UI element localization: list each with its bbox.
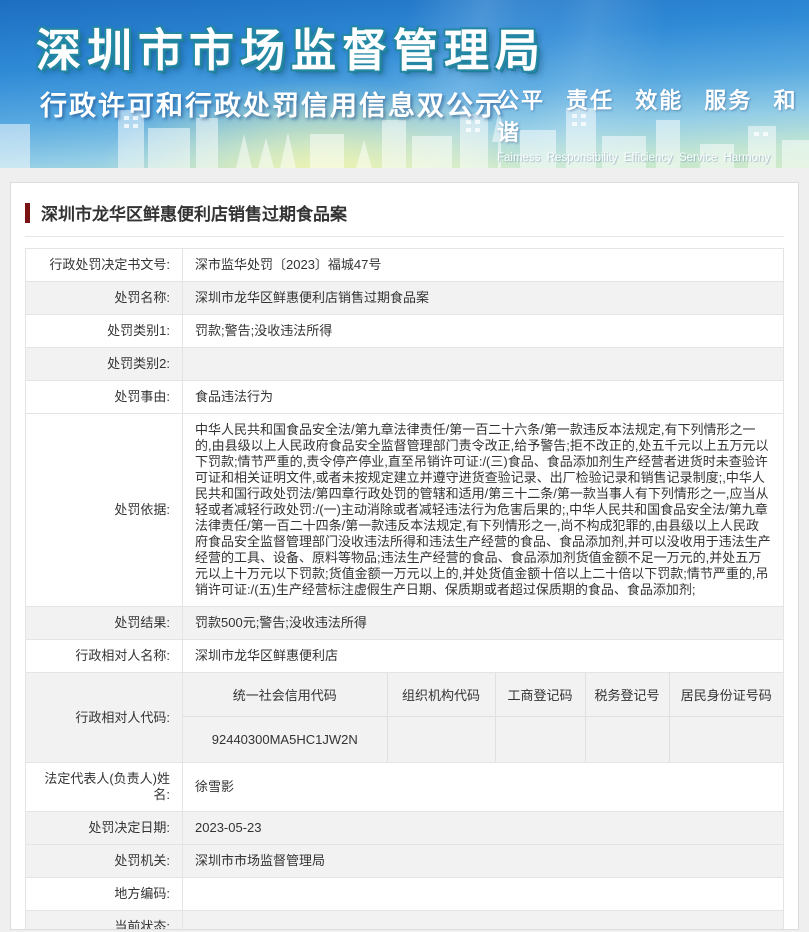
- penalty-info-table: 行政处罚决定书文号: 深市监华处罚〔2023〕福城47号 处罚名称: 深圳市龙华…: [25, 248, 784, 929]
- codes-col-business-reg: 工商登记码: [494, 673, 585, 717]
- site-title: 深圳市市场监督管理局: [36, 25, 547, 76]
- codes-table: 统一社会信用代码 组织机构代码 工商登记码 税务登记号 居民身份证号码 9244…: [183, 673, 783, 762]
- row-value: 罚款500元;警告;没收违法所得: [182, 606, 784, 640]
- codes-value-id-number: [668, 716, 783, 762]
- row-value: [182, 877, 784, 911]
- row-current-status: 当前状态:: [25, 910, 784, 929]
- row-value: 深圳市市场监督管理局: [182, 844, 784, 878]
- row-value: 中华人民共和国食品安全法/第九章法律责任/第一百二十六条/第一款违反本法规定,有…: [182, 413, 784, 607]
- row-value: [182, 910, 784, 929]
- row-label: 行政相对人名称:: [25, 639, 183, 673]
- content-card: 深圳市龙华区鲜惠便利店销售过期食品案 行政处罚决定书文号: 深市监华处罚〔202…: [10, 182, 799, 930]
- site-subtitle: 行政许可和行政处罚信用信息双公示: [40, 91, 504, 121]
- row-penalty-category-1: 处罚类别1: 罚款;警告;没收违法所得: [25, 314, 784, 348]
- row-value: 2023-05-23: [182, 811, 784, 845]
- row-value: 深圳市龙华区鲜惠便利店销售过期食品案: [182, 281, 784, 315]
- site-banner: 深圳市市场监督管理局 行政许可和行政处罚信用信息双公示 公平 责任 效能 服务 …: [0, 0, 809, 168]
- row-counterpart-name: 行政相对人名称: 深圳市龙华区鲜惠便利店: [25, 639, 784, 673]
- row-value: 深圳市龙华区鲜惠便利店: [182, 639, 784, 673]
- codes-col-id-number: 居民身份证号码: [668, 673, 783, 717]
- codes-cell: 统一社会信用代码 组织机构代码 工商登记码 税务登记号 居民身份证号码 9244…: [182, 672, 784, 763]
- row-label: 处罚类别2:: [25, 347, 183, 381]
- row-penalty-category-2: 处罚类别2:: [25, 347, 784, 381]
- codes-value-business-reg: [494, 716, 585, 762]
- row-label: 法定代表人(负责人)姓名:: [25, 762, 183, 812]
- codes-col-credit-code: 统一社会信用代码: [183, 673, 387, 717]
- codes-header-row: 统一社会信用代码 组织机构代码 工商登记码 税务登记号 居民身份证号码: [183, 673, 783, 717]
- title-divider: [25, 236, 784, 237]
- row-value: 深市监华处罚〔2023〕福城47号: [182, 248, 784, 282]
- row-decision-number: 行政处罚决定书文号: 深市监华处罚〔2023〕福城47号: [25, 248, 784, 282]
- row-decision-date: 处罚决定日期: 2023-05-23: [25, 811, 784, 845]
- case-title-row: 深圳市龙华区鲜惠便利店销售过期食品案: [11, 183, 798, 236]
- row-value: 食品违法行为: [182, 380, 784, 414]
- row-penalty-reason: 处罚事由: 食品违法行为: [25, 380, 784, 414]
- row-label: 处罚名称:: [25, 281, 183, 315]
- row-label: 处罚类别1:: [25, 314, 183, 348]
- row-penalty-basis: 处罚依据: 中华人民共和国食品安全法/第九章法律责任/第一百二十六条/第一款违反…: [25, 413, 784, 607]
- row-value: 徐雪影: [182, 762, 784, 812]
- page-title: 深圳市龙华区鲜惠便利店销售过期食品案: [41, 205, 347, 224]
- motto-chinese: 公平 责任 效能 服务 和谐: [497, 88, 798, 145]
- codes-value-tax-reg: [584, 716, 669, 762]
- row-value: [182, 347, 784, 381]
- row-label: 地方编码:: [25, 877, 183, 911]
- row-label: 当前状态:: [25, 910, 183, 929]
- row-penalty-result: 处罚结果: 罚款500元;警告;没收违法所得: [25, 606, 784, 640]
- row-legal-representative: 法定代表人(负责人)姓名: 徐雪影: [25, 762, 784, 812]
- row-label: 行政处罚决定书文号:: [25, 248, 183, 282]
- row-label: 处罚决定日期:: [25, 811, 183, 845]
- row-label: 处罚结果:: [25, 606, 183, 640]
- row-label: 行政相对人代码:: [25, 672, 183, 763]
- codes-value-row: 92440300MA5HC1JW2N: [183, 716, 783, 762]
- row-label: 处罚依据:: [25, 413, 183, 607]
- motto-english: Faimess Responsibility Efficiency Servic…: [497, 152, 771, 164]
- codes-value-credit-code: 92440300MA5HC1JW2N: [211, 732, 358, 747]
- row-penalty-authority: 处罚机关: 深圳市市场监督管理局: [25, 844, 784, 878]
- codes-value-org-code: [386, 716, 495, 762]
- title-accent-bar: [25, 202, 30, 223]
- row-penalty-name: 处罚名称: 深圳市龙华区鲜惠便利店销售过期食品案: [25, 281, 784, 315]
- row-label: 处罚机关:: [25, 844, 183, 878]
- codes-col-tax-reg: 税务登记号: [584, 673, 669, 717]
- codes-col-org-code: 组织机构代码: [386, 673, 495, 717]
- row-counterpart-codes: 行政相对人代码: 统一社会信用代码 组织机构代码 工商登记码 税务登记号 居民身…: [25, 672, 784, 763]
- site-motto: 公平 责任 效能 服务 和谐 Faimess Responsibility Ef…: [497, 83, 809, 164]
- row-value: 罚款;警告;没收违法所得: [182, 314, 784, 348]
- row-label: 处罚事由:: [25, 380, 183, 414]
- row-local-code: 地方编码:: [25, 877, 784, 911]
